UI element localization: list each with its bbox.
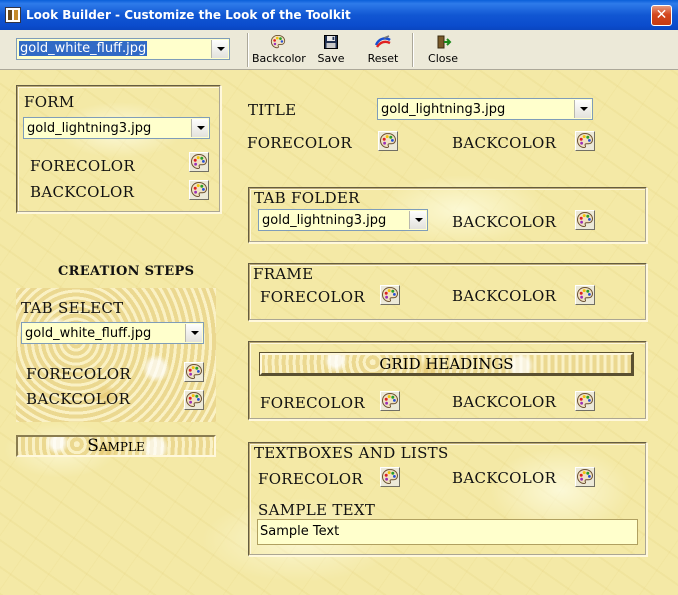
tab-select-forecolor-label: FORECOLOR — [26, 365, 131, 383]
toolbar-separator — [247, 33, 249, 67]
tab-select-image-value: gold_white_fluff.jpg — [25, 326, 152, 341]
save-button[interactable]: Save — [312, 32, 350, 68]
tab-select-label: TAB SELECT — [21, 299, 124, 317]
palette-icon — [190, 153, 208, 171]
palette-icon — [381, 392, 399, 410]
save-button-label: Save — [317, 52, 345, 65]
frame-backcolor-button[interactable] — [575, 285, 595, 305]
form-label: FORM — [24, 93, 75, 111]
sample-tab-preview: Sample — [16, 435, 216, 457]
palette-icon — [381, 468, 399, 486]
form-image-select[interactable]: gold_lightning3.jpg — [23, 117, 210, 139]
palette-icon — [269, 34, 287, 50]
palette-icon — [379, 132, 397, 150]
tab-select-image-select[interactable]: gold_white_fluff.jpg — [21, 322, 204, 344]
chevron-down-icon[interactable] — [185, 324, 202, 342]
palette-icon — [185, 363, 203, 381]
toolbar: gold_white_fluff.jpg Backcolor Save Rese… — [0, 30, 678, 70]
tab-folder-label: TAB FOLDER — [254, 189, 360, 207]
floppy-disk-icon — [324, 35, 338, 49]
grid-backcolor-button[interactable] — [575, 391, 595, 411]
look-file-value: gold_white_fluff.jpg — [19, 41, 148, 56]
close-button-label: Close — [428, 52, 458, 65]
sample-text-input[interactable]: Sample Text — [257, 519, 638, 545]
window-title: Look Builder - Customize the Look of the… — [26, 8, 351, 22]
exit-door-icon — [437, 35, 452, 49]
palette-icon — [381, 286, 399, 304]
frame-backcolor-label: BACKCOLOR — [452, 287, 557, 305]
backcolor-button[interactable]: Backcolor — [252, 32, 306, 68]
title-image-select[interactable]: gold_lightning3.jpg — [377, 98, 593, 120]
close-button[interactable]: Close — [424, 32, 462, 68]
look-builder-panel: FORM gold_lightning3.jpg FORECOLOR BACKC… — [0, 70, 678, 595]
chevron-down-icon[interactable] — [211, 40, 228, 58]
sample-text-label: SAMPLE TEXT — [258, 501, 376, 519]
tab-select-backcolor-button[interactable] — [184, 390, 204, 410]
textboxes-forecolor-label: FORECOLOR — [258, 470, 363, 488]
backcolor-button-label: Backcolor — [252, 52, 306, 65]
tab-select-forecolor-button[interactable] — [184, 362, 204, 382]
title-backcolor-button[interactable] — [575, 131, 595, 151]
close-icon: ✕ — [655, 7, 668, 23]
title-bar: Look Builder - Customize the Look of the… — [0, 0, 678, 30]
title-label: TITLE — [248, 101, 297, 119]
reset-button[interactable]: Reset — [364, 32, 402, 68]
window-close-button[interactable]: ✕ — [651, 5, 672, 26]
grid-forecolor-button[interactable] — [380, 391, 400, 411]
textboxes-label: TEXTBOXES AND LISTS — [254, 444, 449, 462]
tab-folder-image-select[interactable]: gold_lightning3.jpg — [258, 209, 428, 231]
chevron-down-icon[interactable] — [191, 119, 208, 137]
frame-forecolor-label: FORECOLOR — [260, 288, 365, 306]
grid-backcolor-label: BACKCOLOR — [452, 393, 557, 411]
palette-icon — [576, 286, 594, 304]
palette-icon — [576, 132, 594, 150]
tab-folder-backcolor-button[interactable] — [575, 210, 595, 230]
form-forecolor-label: FORECOLOR — [30, 157, 135, 175]
form-backcolor-button[interactable] — [189, 180, 209, 200]
title-backcolor-label: BACKCOLOR — [452, 134, 557, 152]
chevron-down-icon[interactable] — [409, 211, 426, 229]
reset-button-label: Reset — [367, 52, 399, 65]
form-backcolor-label: BACKCOLOR — [30, 183, 135, 201]
palette-icon — [576, 468, 594, 486]
title-image-value: gold_lightning3.jpg — [381, 102, 506, 117]
palette-icon — [576, 392, 594, 410]
title-forecolor-label: FORECOLOR — [247, 134, 352, 152]
toolbar-separator — [412, 33, 414, 67]
title-forecolor-button[interactable] — [378, 131, 398, 151]
frame-label: FRAME — [253, 265, 314, 283]
textboxes-backcolor-button[interactable] — [575, 467, 595, 487]
chevron-down-icon[interactable] — [574, 100, 591, 118]
tab-select-backcolor-label: BACKCOLOR — [26, 390, 131, 408]
grid-headings-preview: GRID HEADINGS — [259, 352, 634, 376]
tab-folder-image-value: gold_lightning3.jpg — [262, 213, 387, 228]
look-file-select[interactable]: gold_white_fluff.jpg — [16, 38, 230, 60]
form-forecolor-button[interactable] — [189, 152, 209, 172]
textboxes-backcolor-label: BACKCOLOR — [452, 469, 557, 487]
palette-icon — [576, 211, 594, 229]
textboxes-forecolor-button[interactable] — [380, 467, 400, 487]
palette-icon — [185, 391, 203, 409]
tab-folder-backcolor-label: BACKCOLOR — [452, 213, 557, 231]
app-icon — [5, 7, 21, 23]
creation-steps-label: CREATION STEPS — [58, 264, 195, 279]
grid-forecolor-label: FORECOLOR — [260, 394, 365, 412]
palette-icon — [190, 181, 208, 199]
reset-brush-icon — [374, 35, 391, 48]
form-image-value: gold_lightning3.jpg — [27, 121, 152, 136]
frame-forecolor-button[interactable] — [380, 285, 400, 305]
